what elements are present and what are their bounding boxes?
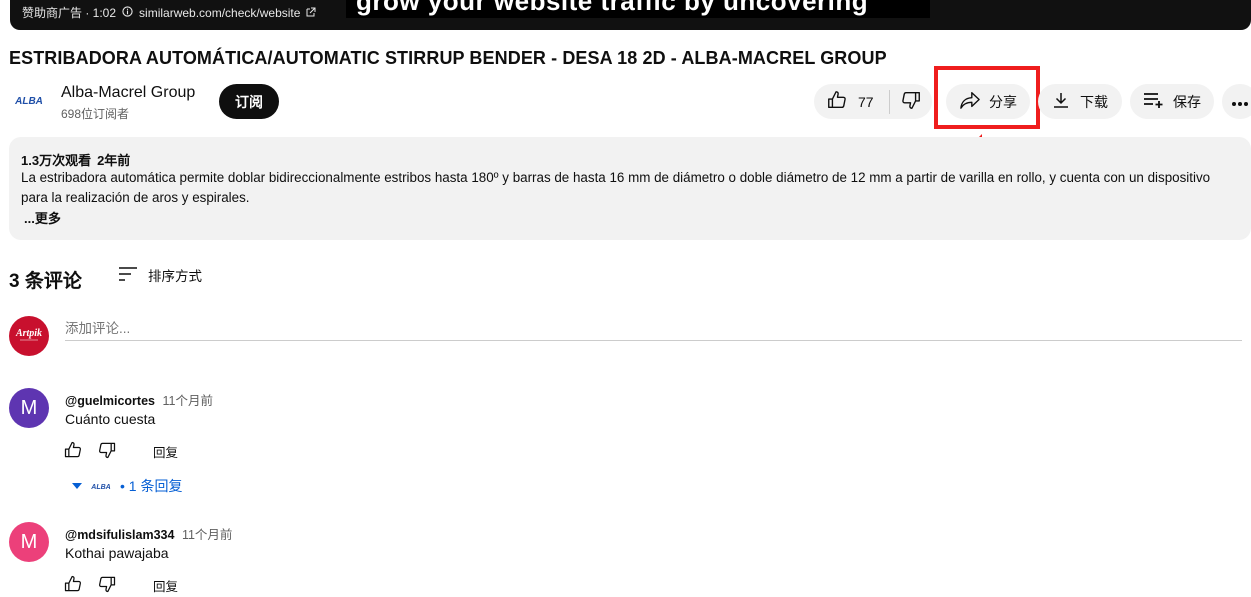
comment-time[interactable]: 11个月前 xyxy=(162,394,212,408)
channel-logo[interactable]: ALBA xyxy=(12,93,46,107)
download-label: 下载 xyxy=(1080,93,1108,110)
comment-actions: 回复 xyxy=(63,440,178,463)
view-count: 1.3万次观看 xyxy=(21,153,92,168)
like-count: 77 xyxy=(858,93,874,110)
save-button[interactable]: 保存 xyxy=(1130,84,1214,119)
comment-actions: 回复 xyxy=(63,574,178,597)
ad-meta: 赞助商广告 · 1:02 similarweb.com/check/websit… xyxy=(22,4,316,21)
ad-label: 赞助商广告 · 1:02 xyxy=(22,6,117,20)
sort-icon xyxy=(118,266,138,285)
highlight-box xyxy=(934,66,1040,129)
view-replies-button[interactable]: ALBA • 1 条回复 xyxy=(72,476,182,496)
comment-count: 3 条评论 xyxy=(9,271,82,292)
thumbs-down-icon xyxy=(900,89,922,114)
comment-avatar[interactable]: M xyxy=(9,522,49,562)
subscriber-count: 698位订阅者 xyxy=(61,107,130,121)
download-icon xyxy=(1052,91,1070,112)
description-stats: 1.3万次观看 2年前 xyxy=(21,150,136,169)
more-horizontal-icon xyxy=(1231,94,1249,110)
download-button[interactable]: 下载 xyxy=(1038,84,1122,119)
comment-header: @mdsifulislam334 11个月前 xyxy=(65,524,232,543)
upload-age: 2年前 xyxy=(97,153,131,168)
comment-time[interactable]: 11个月前 xyxy=(182,528,232,542)
avatar-letter: M xyxy=(20,530,38,553)
like-button[interactable]: 77 xyxy=(814,84,889,119)
description-more-button[interactable]: ...更多 xyxy=(24,208,61,227)
svg-text:Artpik: Artpik xyxy=(15,328,42,339)
add-comment-input[interactable] xyxy=(65,316,1242,341)
like-dislike-group: 77 xyxy=(814,84,932,119)
comment-text: Cuánto cuesta xyxy=(65,411,156,427)
save-label: 保存 xyxy=(1173,93,1201,110)
video-title: ESTRIBADORA AUTOMÁTICA/AUTOMATIC STIRRUP… xyxy=(9,48,887,68)
reply-button[interactable]: 回复 xyxy=(153,442,178,461)
external-link-icon xyxy=(306,6,316,20)
thumbs-up-icon xyxy=(826,89,848,114)
thumbs-down-icon[interactable] xyxy=(97,440,117,463)
chevron-down-icon xyxy=(72,483,82,489)
thumbs-up-icon[interactable] xyxy=(63,574,83,597)
comment-text: Kothai pawajaba xyxy=(65,545,169,561)
ad-headline[interactable]: grow your website traffic by uncovering xyxy=(346,0,930,18)
avatar-letter: M xyxy=(20,396,38,419)
svg-text:ALBA: ALBA xyxy=(90,484,110,491)
reply-button[interactable]: 回复 xyxy=(153,576,178,595)
channel-logo-small: ALBA xyxy=(90,478,112,494)
comment-author[interactable]: @mdsifulislam334 xyxy=(65,528,174,542)
comment-avatar[interactable]: M xyxy=(9,388,49,428)
description-text: La estribadora automática permite doblar… xyxy=(21,170,1211,205)
more-options-button[interactable] xyxy=(1222,84,1251,119)
thumbs-down-icon[interactable] xyxy=(97,574,117,597)
user-avatar[interactable]: Artpik xyxy=(9,316,49,356)
sort-label: 排序方式 xyxy=(148,269,202,284)
thumbs-up-icon[interactable] xyxy=(63,440,83,463)
channel-name[interactable]: Alba-Macrel Group xyxy=(61,84,195,102)
sort-button[interactable]: 排序方式 xyxy=(118,265,202,285)
replies-count: • 1 条回复 xyxy=(120,478,183,494)
subscribe-button[interactable]: 订阅 xyxy=(219,84,279,119)
comment-header: @guelmicortes 11个月前 xyxy=(65,390,213,409)
ad-url[interactable]: similarweb.com/check/website xyxy=(139,6,300,20)
info-icon[interactable] xyxy=(122,5,133,20)
svg-text:ALBA: ALBA xyxy=(14,96,43,107)
comment-author[interactable]: @guelmicortes xyxy=(65,394,155,408)
dislike-button[interactable] xyxy=(890,84,932,119)
playlist-add-icon xyxy=(1143,92,1165,111)
